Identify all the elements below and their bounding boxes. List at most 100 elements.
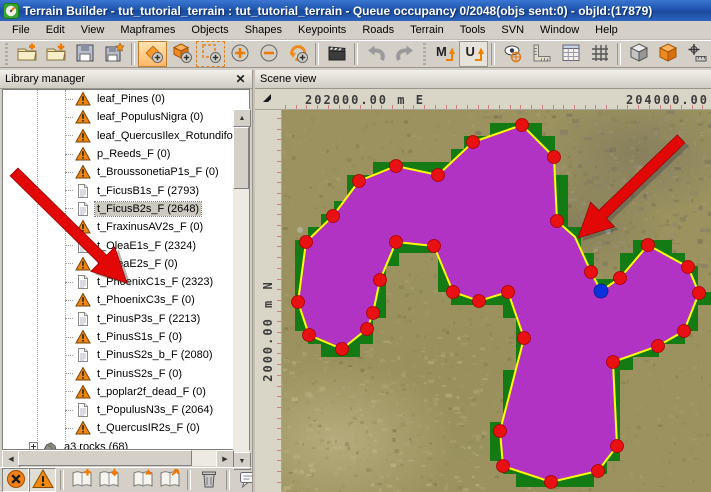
vertex-dot[interactable] <box>390 160 403 173</box>
menu-tools[interactable]: Tools <box>452 22 494 38</box>
menu-objects[interactable]: Objects <box>183 22 236 38</box>
visibility-button[interactable] <box>498 41 527 67</box>
toolbar-drag-handle[interactable] <box>421 43 428 65</box>
vertex-dot[interactable] <box>353 175 366 188</box>
remove-vertex-button[interactable] <box>254 41 283 67</box>
add-polygon-button[interactable] <box>138 41 167 67</box>
vertex-dot[interactable] <box>390 236 403 249</box>
vertex-dot[interactable] <box>497 460 510 473</box>
library-item[interactable]: t_PinusS1s_F (0) <box>3 328 233 346</box>
measure-button[interactable] <box>527 41 556 67</box>
vertex-dot[interactable] <box>361 323 374 336</box>
vertex-dot[interactable] <box>518 332 531 345</box>
new-library-button[interactable] <box>68 468 95 492</box>
grid-settings-button[interactable] <box>556 41 585 67</box>
library-item[interactable]: leaf_Pines (0) <box>3 90 233 108</box>
library-item[interactable]: t_OleaE1s_F (2324) <box>3 236 233 254</box>
menu-mapframes[interactable]: Mapframes <box>112 22 183 38</box>
menu-edit[interactable]: Edit <box>38 22 73 38</box>
show-warnings-toggle[interactable] <box>29 468 56 492</box>
vertex-dot[interactable] <box>428 240 441 253</box>
menu-window[interactable]: Window <box>532 22 587 38</box>
vertex-dot[interactable] <box>693 287 706 300</box>
library-item[interactable]: leaf_PopulusNigra (0) <box>3 108 233 126</box>
new-project-button[interactable] <box>12 41 41 67</box>
vertex-dot[interactable] <box>367 307 380 320</box>
redo-button[interactable] <box>390 41 419 67</box>
undo-button[interactable] <box>361 41 390 67</box>
view-3d-button[interactable] <box>624 41 653 67</box>
library-item[interactable]: t_OleaE2s_F (0) <box>3 255 233 273</box>
selected-vertex-dot[interactable] <box>594 284 608 298</box>
update-vertex-button[interactable]: U <box>459 41 488 67</box>
add-vertex-button[interactable] <box>225 41 254 67</box>
vertex-dot[interactable] <box>682 261 695 274</box>
vertex-dot[interactable] <box>614 272 627 285</box>
library-item[interactable]: t_PinusS2s_F (0) <box>3 364 233 382</box>
library-item[interactable]: t_PopulusN3s_F (2064) <box>3 401 233 419</box>
map-canvas[interactable] <box>282 110 711 492</box>
vertex-dot[interactable] <box>551 215 564 228</box>
library-item[interactable]: t_poplar2f_dead_F (0) <box>3 383 233 401</box>
library-item[interactable]: t_PinusS2s_b_F (2080) <box>3 346 233 364</box>
vertex-dot[interactable] <box>473 295 486 308</box>
vertex-dot[interactable] <box>300 236 313 249</box>
snap-button[interactable] <box>682 41 711 67</box>
library-item[interactable]: p_Reeds_F (0) <box>3 145 233 163</box>
vertex-dot[interactable] <box>374 274 387 287</box>
view-3d-textured-button[interactable] <box>653 41 682 67</box>
toolbar-drag-handle[interactable] <box>3 43 10 65</box>
menu-shapes[interactable]: Shapes <box>237 22 290 38</box>
menu-file[interactable]: File <box>4 22 38 38</box>
horizontal-scrollbar[interactable]: ◀ ▶ <box>2 450 234 466</box>
menu-svn[interactable]: SVN <box>493 22 532 38</box>
library-item[interactable]: t_PhoenixC3s_F (0) <box>3 291 233 309</box>
vertex-dot[interactable] <box>494 425 507 438</box>
horizontal-scroll-thumb[interactable] <box>18 450 192 466</box>
vertex-dot[interactable] <box>327 210 340 223</box>
vertex-dot[interactable] <box>502 286 515 299</box>
vertex-dot[interactable] <box>585 266 598 279</box>
scroll-up-button[interactable]: ▲ <box>233 109 251 127</box>
library-item[interactable]: t_BroussonetiaP1s_F (0) <box>3 163 233 181</box>
vertex-dot[interactable] <box>516 119 529 132</box>
vertex-dot[interactable] <box>592 465 605 478</box>
library-item[interactable]: t_FicusB1s_F (2793) <box>3 181 233 199</box>
vertical-scrollbar[interactable]: ▲ ▼ <box>233 109 249 470</box>
vertex-dot[interactable] <box>303 329 316 342</box>
vertex-dot[interactable] <box>432 169 445 182</box>
toggle-grid-button[interactable] <box>585 41 614 67</box>
add-selection-button[interactable] <box>196 41 225 67</box>
rotate-add-button[interactable] <box>283 41 312 67</box>
menu-terrain[interactable]: Terrain <box>402 22 452 38</box>
delete-button[interactable] <box>195 468 222 492</box>
menu-keypoints[interactable]: Keypoints <box>290 22 354 38</box>
move-vertex-button[interactable]: M <box>430 41 459 67</box>
menu-help[interactable]: Help <box>587 22 626 38</box>
save-as-button[interactable] <box>99 41 128 67</box>
vertex-dot[interactable] <box>545 476 558 489</box>
close-icon[interactable]: ✕ <box>233 72 248 87</box>
menu-view[interactable]: View <box>73 22 113 38</box>
show-errors-toggle[interactable] <box>2 468 29 492</box>
import-library-button[interactable] <box>95 468 122 492</box>
scroll-right-button[interactable]: ▶ <box>216 450 234 468</box>
export-library-button[interactable] <box>129 468 156 492</box>
vertex-dot[interactable] <box>678 325 691 338</box>
vertex-dot[interactable] <box>611 440 624 453</box>
menu-roads[interactable]: Roads <box>354 22 402 38</box>
vertex-dot[interactable] <box>607 356 620 369</box>
open-project-button[interactable] <box>41 41 70 67</box>
save-button[interactable] <box>70 41 99 67</box>
preview-button[interactable] <box>322 41 351 67</box>
move-library-button[interactable] <box>156 468 183 492</box>
vertical-scroll-thumb[interactable] <box>233 127 249 189</box>
vertex-dot[interactable] <box>336 343 349 356</box>
library-item[interactable]: t_QuercusIR2s_F (0) <box>3 419 233 437</box>
vertex-dot[interactable] <box>467 136 480 149</box>
library-item[interactable]: leaf_QuercusIlex_Rotundifolia <box>3 127 233 145</box>
library-item[interactable]: t_PinusP3s_F (2213) <box>3 310 233 328</box>
library-item[interactable]: t_FicusB2s_F (2648) <box>3 200 233 218</box>
expand-plus-icon[interactable] <box>29 442 38 449</box>
add-object-button[interactable] <box>167 41 196 67</box>
